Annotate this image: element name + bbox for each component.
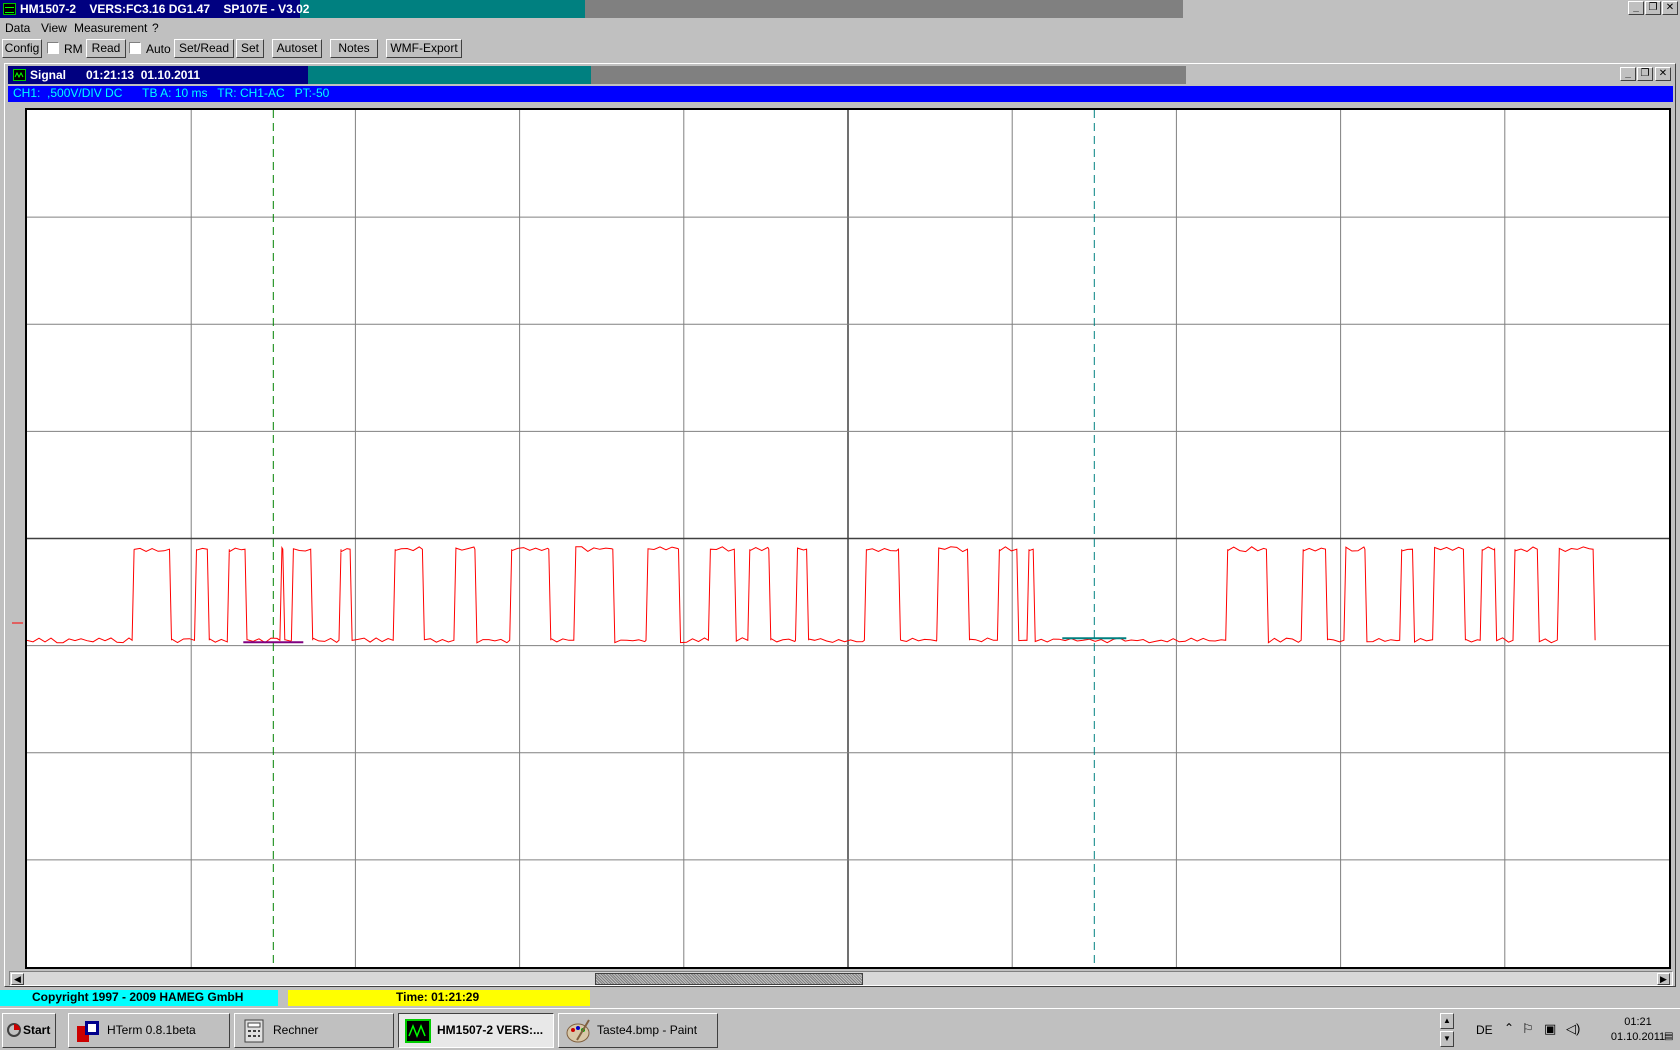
- signal-restore-button[interactable]: ❐: [1637, 67, 1653, 81]
- scroll-right-arrow[interactable]: ▶: [1657, 973, 1670, 985]
- flag-icon[interactable]: ⚐: [1522, 1021, 1534, 1037]
- signal-window: Signal 01:21:13 01.10.2011 _ ❐ ✕ CH1: ,5…: [4, 63, 1676, 987]
- channel-info-bar: CH1: ,500V/DIV DC TB A: 10 ms TR: CH1-AC…: [8, 86, 1673, 102]
- notes-button[interactable]: Notes: [330, 39, 378, 58]
- menu-data[interactable]: Data: [5, 21, 30, 35]
- set-read-button[interactable]: Set/Read: [174, 39, 234, 58]
- hterm-icon: [77, 1021, 99, 1042]
- network-icon[interactable]: ▣: [1544, 1021, 1556, 1037]
- status-bar: Copyright 1997 - 2009 HAMEG GmbH Time: 0…: [0, 989, 1680, 1007]
- signal-window-title: Signal 01:21:13 01.10.2011: [30, 68, 201, 82]
- auto-checkbox[interactable]: [129, 42, 141, 54]
- language-indicator[interactable]: DE: [1476, 1023, 1493, 1037]
- copyright-status: Copyright 1997 - 2009 HAMEG GmbH: [0, 990, 278, 1006]
- signal-trace: [26, 545, 1596, 644]
- task-label: Rechner: [273, 1023, 319, 1037]
- read-button[interactable]: Read: [86, 39, 126, 58]
- clock-time: 01:21: [1624, 1016, 1652, 1028]
- tray-expand-icon[interactable]: ⌃: [1504, 1021, 1514, 1035]
- oscilloscope-icon: [405, 1019, 431, 1043]
- menu-view[interactable]: View: [41, 21, 67, 35]
- taskbar: Start HTerm 0.8.1beta Rechner HM1507-2 V…: [0, 1008, 1680, 1050]
- menu-help[interactable]: ?: [152, 21, 159, 35]
- signal-close-button[interactable]: ✕: [1655, 67, 1671, 81]
- app-title: HM1507-2 VERS:FC3.16 DG1.47 SP107E - V3.…: [20, 2, 310, 16]
- rm-label: RM: [64, 42, 83, 56]
- menu-measurement[interactable]: Measurement: [74, 21, 147, 35]
- task-rechner[interactable]: Rechner: [234, 1013, 394, 1048]
- restore-button[interactable]: ❐: [1645, 1, 1661, 15]
- tray-scroll-up-icon[interactable]: ▲: [1440, 1013, 1454, 1029]
- calculator-icon: [244, 1019, 264, 1043]
- system-tray: ▲ ▼ DE ⌃ ⚐ ▣ ◁) 01:21 01.10.2011 ▤: [1440, 1013, 1676, 1048]
- config-button[interactable]: Config: [2, 39, 42, 58]
- task-hm1507[interactable]: HM1507-2 VERS:...: [398, 1013, 554, 1048]
- clock[interactable]: 01:21 01.10.2011: [1608, 1015, 1668, 1045]
- close-button[interactable]: ✕: [1662, 1, 1678, 15]
- wmf-export-button[interactable]: WMF-Export: [386, 39, 462, 58]
- task-label: HM1507-2 VERS:...: [437, 1023, 544, 1037]
- clock-date: 01.10.2011: [1610, 1031, 1666, 1043]
- task-hterm[interactable]: HTerm 0.8.1beta: [68, 1013, 230, 1048]
- desktop-icon[interactable]: ▤: [1664, 1031, 1673, 1042]
- start-button[interactable]: Start: [2, 1013, 56, 1048]
- minimize-button[interactable]: _: [1628, 1, 1644, 15]
- tray-scroll-down-icon[interactable]: ▼: [1440, 1031, 1454, 1047]
- autoset-button[interactable]: Autoset: [272, 39, 322, 58]
- task-label: HTerm 0.8.1beta: [107, 1023, 196, 1037]
- rm-checkbox[interactable]: [47, 42, 59, 54]
- menu-bar: Data View Measurement ?: [0, 18, 1680, 38]
- set-button[interactable]: Set: [236, 39, 264, 58]
- time-status: Time: 01:21:29: [288, 990, 590, 1006]
- scrollbar-thumb[interactable]: [595, 973, 863, 985]
- speaker-icon[interactable]: ◁): [1566, 1021, 1580, 1037]
- trigger-gutter: [10, 108, 25, 969]
- paint-icon: [566, 1019, 590, 1043]
- start-label: Start: [23, 1023, 51, 1037]
- signal-window-icon: [13, 69, 26, 81]
- horizontal-scrollbar[interactable]: ◀ ▶: [9, 971, 1673, 986]
- task-label: Taste4.bmp - Paint: [597, 1023, 698, 1037]
- scroll-left-arrow[interactable]: ◀: [11, 973, 24, 985]
- app-title-bar[interactable]: HM1507-2 VERS:FC3.16 DG1.47 SP107E - V3.…: [0, 0, 1680, 18]
- start-icon: [7, 1023, 21, 1037]
- task-paint[interactable]: Taste4.bmp - Paint: [558, 1013, 718, 1048]
- signal-window-title-bar[interactable]: Signal 01:21:13 01.10.2011 _ ❐ ✕: [8, 66, 1673, 84]
- oscilloscope-app-icon: [3, 3, 16, 15]
- scope-plot: [26, 110, 1669, 967]
- scope-display[interactable]: [25, 108, 1671, 969]
- toolbar: Config RM Read Auto Set/Read Set Autoset…: [0, 38, 1680, 60]
- auto-label: Auto: [146, 42, 171, 56]
- signal-minimize-button[interactable]: _: [1620, 67, 1636, 81]
